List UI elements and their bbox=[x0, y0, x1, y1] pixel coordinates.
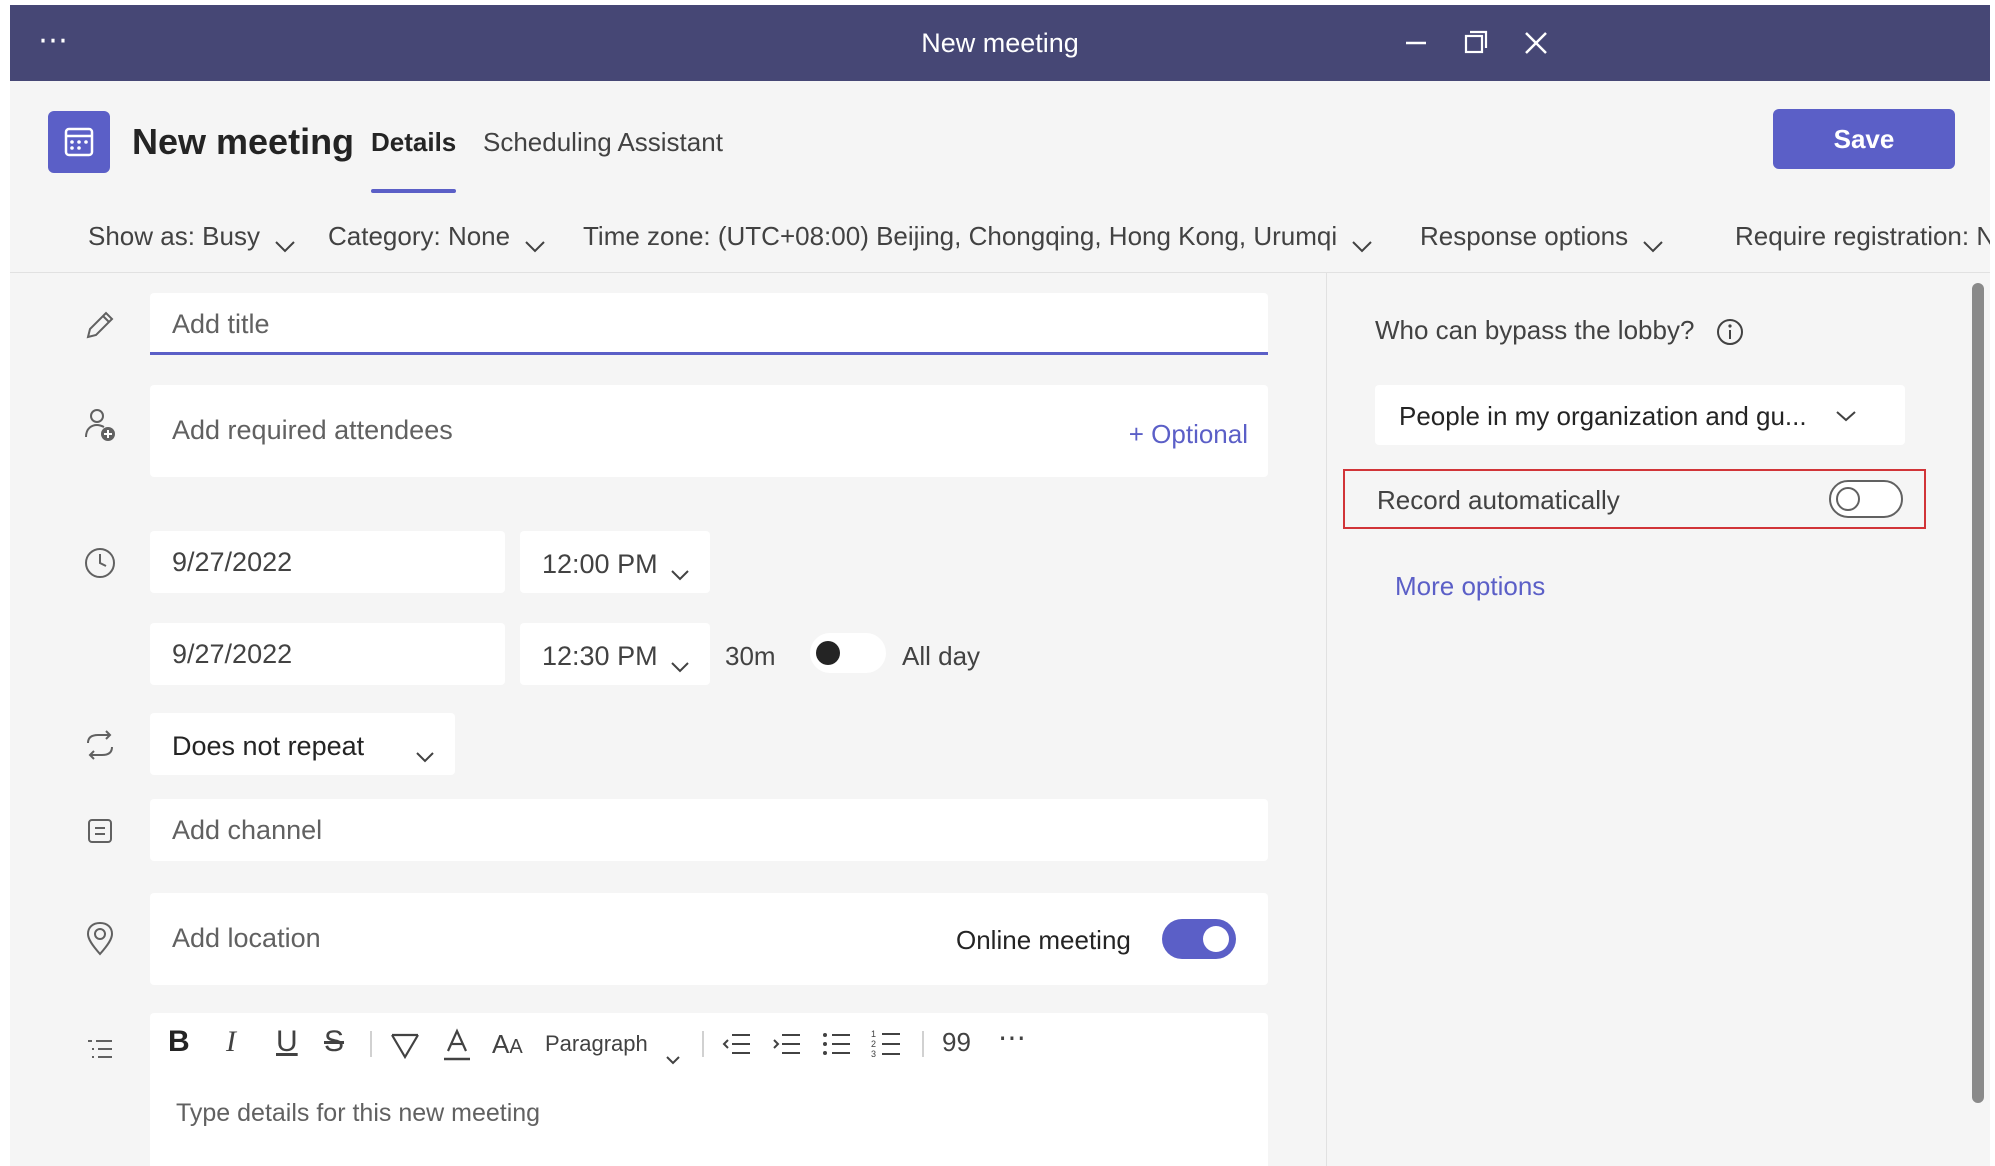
chevron-down-icon bbox=[415, 739, 435, 763]
location-input[interactable]: Add location Online meeting bbox=[150, 893, 1268, 985]
title-input[interactable]: Add title bbox=[150, 293, 1268, 355]
details-list-icon bbox=[80, 1029, 120, 1069]
end-time-value: 12:30 PM bbox=[542, 641, 658, 671]
chevron-down-icon bbox=[670, 557, 690, 581]
add-person-icon bbox=[80, 405, 120, 445]
all-day-label: All day bbox=[902, 641, 981, 671]
repeat-icon bbox=[80, 725, 120, 765]
start-time-value: 12:00 PM bbox=[542, 549, 658, 579]
show-as-label: Show as: Busy bbox=[88, 221, 260, 251]
online-meeting-label: Online meeting bbox=[956, 925, 1131, 955]
font-size-icon[interactable]: AA bbox=[492, 1029, 523, 1060]
pencil-icon bbox=[80, 305, 120, 345]
start-time-dropdown[interactable]: 12:00 PM bbox=[520, 531, 710, 593]
scrollbar[interactable] bbox=[1972, 283, 1984, 1103]
page-title: New meeting bbox=[132, 121, 355, 162]
channel-input[interactable]: Add channel bbox=[150, 799, 1268, 861]
optional-attendees-link[interactable]: + Optional bbox=[1129, 419, 1248, 450]
repeat-value: Does not repeat bbox=[172, 731, 365, 761]
chevron-down-icon bbox=[670, 649, 690, 673]
chevron-down-icon bbox=[1835, 409, 1857, 422]
attendees-input[interactable]: Add required attendees + Optional bbox=[150, 385, 1268, 477]
info-icon[interactable] bbox=[1715, 317, 1745, 347]
more-options-link[interactable]: More options bbox=[1395, 571, 1545, 602]
repeat-dropdown[interactable]: Does not repeat bbox=[150, 713, 455, 775]
more-formatting-icon[interactable]: ⋯ bbox=[998, 1021, 1026, 1054]
italic-button[interactable]: I bbox=[226, 1025, 236, 1059]
bold-button[interactable]: B bbox=[168, 1025, 190, 1059]
record-highlight-box: Record automatically bbox=[1343, 469, 1926, 529]
save-button[interactable]: Save bbox=[1773, 109, 1955, 169]
formatting-toolbar: B I U S AA Paragraph 1 2 3 99 ⋯ bbox=[150, 1013, 1268, 1073]
lobby-label: Who can bypass the lobby? bbox=[1375, 315, 1695, 345]
response-options-dropdown[interactable]: Response options bbox=[1420, 221, 1664, 252]
start-date-value: 9/27/2022 bbox=[172, 547, 293, 577]
chevron-down-icon bbox=[524, 230, 546, 252]
end-time-dropdown[interactable]: 12:30 PM bbox=[520, 623, 710, 685]
time-zone-label: Time zone: (UTC+08:00) Beijing, Chongqin… bbox=[583, 221, 1338, 251]
toolbar-divider bbox=[922, 1031, 924, 1057]
title-bar: ⋯ New meeting bbox=[10, 5, 1990, 81]
svg-text:3: 3 bbox=[871, 1049, 876, 1059]
online-meeting-toggle[interactable] bbox=[1162, 919, 1236, 959]
chevron-down-icon bbox=[1642, 230, 1664, 252]
location-placeholder: Add location bbox=[172, 923, 321, 953]
time-zone-dropdown[interactable]: Time zone: (UTC+08:00) Beijing, Chongqin… bbox=[583, 221, 1373, 252]
toggle-knob bbox=[1836, 487, 1860, 511]
start-date-input[interactable]: 9/27/2022 bbox=[150, 531, 505, 593]
outdent-icon[interactable] bbox=[720, 1029, 754, 1059]
meeting-options-bar: Show as: Busy Category: None Time zone: … bbox=[10, 197, 1990, 273]
window-title: New meeting bbox=[921, 28, 1079, 58]
category-dropdown[interactable]: Category: None bbox=[328, 221, 546, 252]
category-label: Category: None bbox=[328, 221, 511, 251]
location-icon bbox=[80, 919, 120, 959]
end-date-value: 9/27/2022 bbox=[172, 639, 293, 669]
response-options-label: Response options bbox=[1420, 221, 1629, 251]
meeting-form: Add title Add required attendees + Optio… bbox=[10, 273, 1326, 1166]
show-as-dropdown[interactable]: Show as: Busy bbox=[88, 221, 296, 252]
font-color-icon[interactable] bbox=[440, 1027, 474, 1063]
close-icon[interactable] bbox=[1514, 21, 1558, 65]
channel-placeholder: Add channel bbox=[172, 815, 323, 845]
lobby-dropdown[interactable]: People in my organization and gu... bbox=[1375, 385, 1905, 445]
require-registration-dropdown[interactable]: Require registration: N bbox=[1735, 221, 1990, 252]
all-day-toggle[interactable] bbox=[810, 633, 886, 673]
toggle-knob bbox=[816, 641, 840, 665]
require-registration-label: Require registration: N bbox=[1735, 221, 1990, 251]
end-date-input[interactable]: 9/27/2022 bbox=[150, 623, 505, 685]
tab-scheduling-assistant[interactable]: Scheduling Assistant bbox=[483, 127, 723, 158]
calendar-icon bbox=[48, 111, 110, 173]
meeting-header: New meeting Details Scheduling Assistant… bbox=[10, 81, 1990, 197]
underline-button[interactable]: U bbox=[276, 1025, 298, 1059]
chevron-down-icon bbox=[665, 1041, 681, 1065]
details-placeholder: Type details for this new meeting bbox=[176, 1099, 541, 1127]
lobby-value: People in my organization and gu... bbox=[1399, 401, 1807, 431]
clock-icon bbox=[80, 543, 120, 583]
duration-label: 30m bbox=[725, 641, 776, 671]
restore-icon[interactable] bbox=[1454, 21, 1498, 65]
channel-icon bbox=[80, 811, 120, 851]
details-editor[interactable]: B I U S AA Paragraph 1 2 3 99 ⋯ Type det… bbox=[150, 1013, 1268, 1166]
attendees-placeholder: Add required attendees bbox=[172, 415, 453, 445]
record-automatically-label: Record automatically bbox=[1377, 485, 1620, 515]
svg-text:2: 2 bbox=[871, 1039, 876, 1049]
tab-details[interactable]: Details bbox=[371, 127, 457, 193]
indent-icon[interactable] bbox=[770, 1029, 804, 1059]
numbered-list-icon[interactable]: 123 bbox=[870, 1027, 904, 1059]
meeting-options-panel: Who can bypass the lobby? People in my o… bbox=[1326, 273, 1990, 1166]
svg-text:1: 1 bbox=[871, 1029, 876, 1039]
paragraph-dropdown[interactable]: Paragraph bbox=[545, 1031, 648, 1057]
highlight-icon[interactable] bbox=[388, 1029, 422, 1063]
meeting-window: ⋯ New meeting New meeting Details Schedu… bbox=[10, 5, 1990, 1166]
minimize-icon[interactable] bbox=[1394, 21, 1438, 65]
title-placeholder: Add title bbox=[172, 309, 270, 339]
chevron-down-icon bbox=[274, 230, 296, 252]
toolbar-divider bbox=[702, 1031, 704, 1057]
chevron-down-icon bbox=[1351, 230, 1373, 252]
bullet-list-icon[interactable] bbox=[820, 1029, 854, 1059]
quote-button[interactable]: 99 bbox=[942, 1027, 971, 1058]
record-automatically-toggle[interactable] bbox=[1829, 480, 1903, 518]
strikethrough-button[interactable]: S bbox=[324, 1025, 344, 1059]
toolbar-divider bbox=[370, 1031, 372, 1057]
